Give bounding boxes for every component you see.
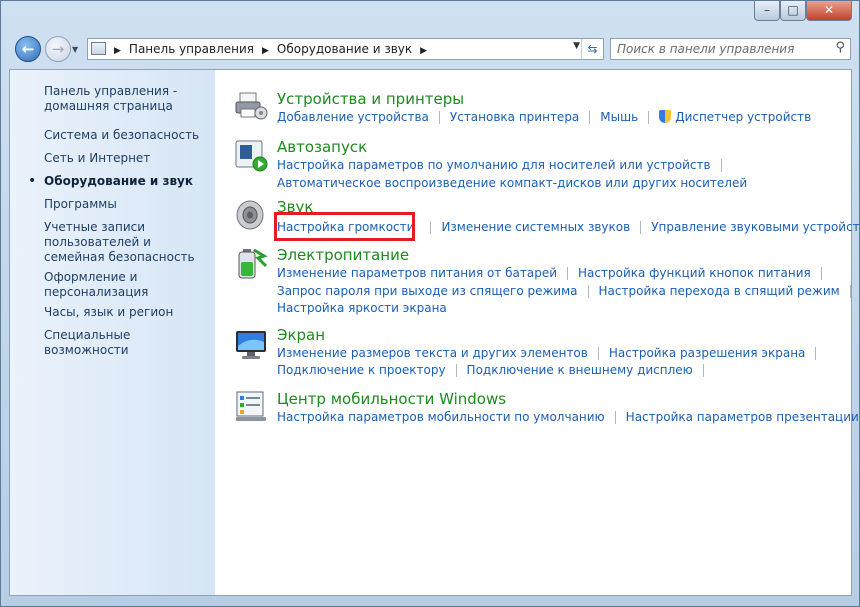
back-button[interactable]: ←	[15, 36, 41, 62]
recent-pages-dropdown[interactable]: ▼	[72, 45, 78, 54]
autoplay-icon	[235, 140, 268, 172]
category-title[interactable]: Устройства и принтеры	[277, 90, 464, 108]
link-mobility-defaults[interactable]: Настройка параметров мобильности по умол…	[277, 410, 605, 424]
link-mouse[interactable]: Мышь	[600, 110, 638, 124]
link-divider	[438, 111, 440, 124]
content-area: Панель управления - домашняя страница Си…	[9, 69, 860, 596]
address-bar[interactable]: ▶ Панель управления ▶ Оборудование и звук ▶ …	[87, 38, 604, 60]
link-divider	[648, 111, 650, 124]
category-title[interactable]: Экран	[277, 326, 325, 344]
category-links: Автоматическое воспроизведение компакт-д…	[277, 176, 747, 190]
highlight-box	[274, 212, 415, 241]
category-title[interactable]: Центр мобильности Windows	[277, 390, 506, 408]
breadcrumb-separator-icon[interactable]: ▶	[420, 46, 427, 56]
sidebar-item-network[interactable]: Сеть и Интернет	[44, 151, 209, 166]
sidebar-item-appearance[interactable]: Оформление и персонализация	[44, 270, 209, 300]
sidebar-item-accessibility[interactable]: Специальные возможности	[44, 328, 209, 358]
sidebar-item-clock-region[interactable]: Часы, язык и регион	[44, 305, 209, 320]
category-title[interactable]: Автозапуск	[277, 138, 367, 156]
category-links: Настройка параметров по умолчанию для но…	[277, 158, 732, 172]
sidebar-item-programs[interactable]: Программы	[44, 197, 209, 212]
control-panel-icon	[91, 42, 106, 55]
link-presentation-settings[interactable]: Настройка параметров презентации	[626, 410, 859, 424]
breadcrumb: ▶ Панель управления ▶ Оборудование и звук ▶	[110, 42, 435, 56]
link-wakeup-password[interactable]: Запрос пароля при выходе из спящего режи…	[277, 284, 578, 298]
link-screen-resolution[interactable]: Настройка разрешения экрана	[609, 346, 806, 360]
category-links: Изменение параметров питания от батарей Н…	[277, 266, 832, 280]
link-audio-devices[interactable]: Управление звуковыми устройствами	[651, 220, 860, 234]
link-autoplay-defaults[interactable]: Настройка параметров по умолчанию для но…	[277, 158, 711, 172]
mobility-center-icon	[236, 391, 266, 421]
category-title[interactable]: Электропитание	[277, 246, 409, 264]
link-divider	[702, 364, 704, 377]
link-divider	[849, 285, 851, 298]
link-divider	[589, 111, 591, 124]
link-divider	[597, 347, 599, 360]
link-battery-settings[interactable]: Изменение параметров питания от батарей	[277, 266, 557, 280]
active-bullet-icon: •	[28, 173, 37, 189]
breadcrumb-item[interactable]: Оборудование и звук	[277, 42, 412, 56]
category-links: Подключение к проектору Подключение к вне…	[277, 363, 714, 377]
close-button[interactable]: ✕	[806, 1, 852, 21]
breadcrumb-separator-icon[interactable]: ▶	[262, 46, 269, 56]
breadcrumb-item[interactable]: Панель управления	[129, 42, 254, 56]
sidebar-item-hardware-sound[interactable]: Оборудование и звук	[44, 174, 209, 189]
link-text-size[interactable]: Изменение размеров текста и других элеме…	[277, 346, 588, 360]
battery-icon	[238, 248, 268, 279]
link-add-device[interactable]: Добавление устройства	[277, 110, 429, 124]
link-device-manager[interactable]: Диспетчер устройств	[675, 110, 811, 124]
link-external-display[interactable]: Подключение к внешнему дисплею	[467, 363, 693, 377]
sidebar-item-user-accounts[interactable]: Учетные записи пользователей и семейная …	[44, 220, 209, 265]
breadcrumb-separator-icon[interactable]: ▶	[114, 46, 121, 56]
link-system-sounds[interactable]: Изменение системных звуков	[441, 220, 630, 234]
link-autoplay-cd[interactable]: Автоматическое воспроизведение компакт-д…	[277, 176, 747, 190]
title-bar: – □ ✕	[1, 1, 859, 31]
category-links: Изменение размеров текста и других элеме…	[277, 346, 826, 360]
printer-icon	[235, 92, 268, 120]
link-divider	[455, 364, 457, 377]
link-connect-projector[interactable]: Подключение к проектору	[277, 363, 446, 377]
link-divider	[587, 285, 589, 298]
address-dropdown-icon[interactable]: ▼	[573, 41, 580, 51]
link-divider	[614, 411, 616, 424]
refresh-button[interactable]: ⇆	[581, 39, 603, 59]
category-links: Настройка яркости экрана	[277, 301, 447, 315]
search-placeholder: Поиск в панели управления	[617, 42, 795, 56]
minimize-button[interactable]: –	[754, 1, 780, 21]
link-power-buttons[interactable]: Настройка функций кнопок питания	[578, 266, 811, 280]
link-install-printer[interactable]: Установка принтера	[450, 110, 579, 124]
link-divider	[430, 221, 432, 234]
navigation-bar: ← → ▼ ▶ Панель управления ▶ Оборудование и …	[1, 33, 859, 67]
search-input[interactable]: Поиск в панели управления ⚲	[610, 38, 851, 60]
category-links: Настройка параметров мобильности по умол…	[277, 410, 859, 424]
link-sleep-settings[interactable]: Настройка перехода в спящий режим	[599, 284, 840, 298]
sidebar: Панель управления - домашняя страница Си…	[10, 70, 215, 595]
link-divider	[815, 347, 817, 360]
link-divider	[720, 159, 722, 172]
control-panel-window: – □ ✕ ← → ▼ ▶ Панель управления ▶ Оборудова…	[0, 0, 860, 607]
sidebar-item-home[interactable]: Панель управления - домашняя страница	[44, 84, 209, 114]
forward-button[interactable]: →	[45, 36, 71, 62]
link-divider	[820, 267, 822, 280]
search-icon[interactable]: ⚲	[835, 40, 845, 55]
category-links: Добавление устройства Установка принтера М…	[277, 110, 811, 124]
uac-shield-icon	[659, 110, 672, 123]
speaker-icon	[236, 200, 264, 230]
link-divider	[640, 221, 642, 234]
monitor-icon	[236, 331, 266, 359]
link-divider	[567, 267, 569, 280]
category-links: Запрос пароля при выходе из спящего режи…	[277, 284, 860, 298]
link-screen-brightness[interactable]: Настройка яркости экрана	[277, 301, 447, 315]
sidebar-item-system-security[interactable]: Система и безопасность	[44, 128, 209, 143]
maximize-button[interactable]: □	[780, 1, 806, 21]
